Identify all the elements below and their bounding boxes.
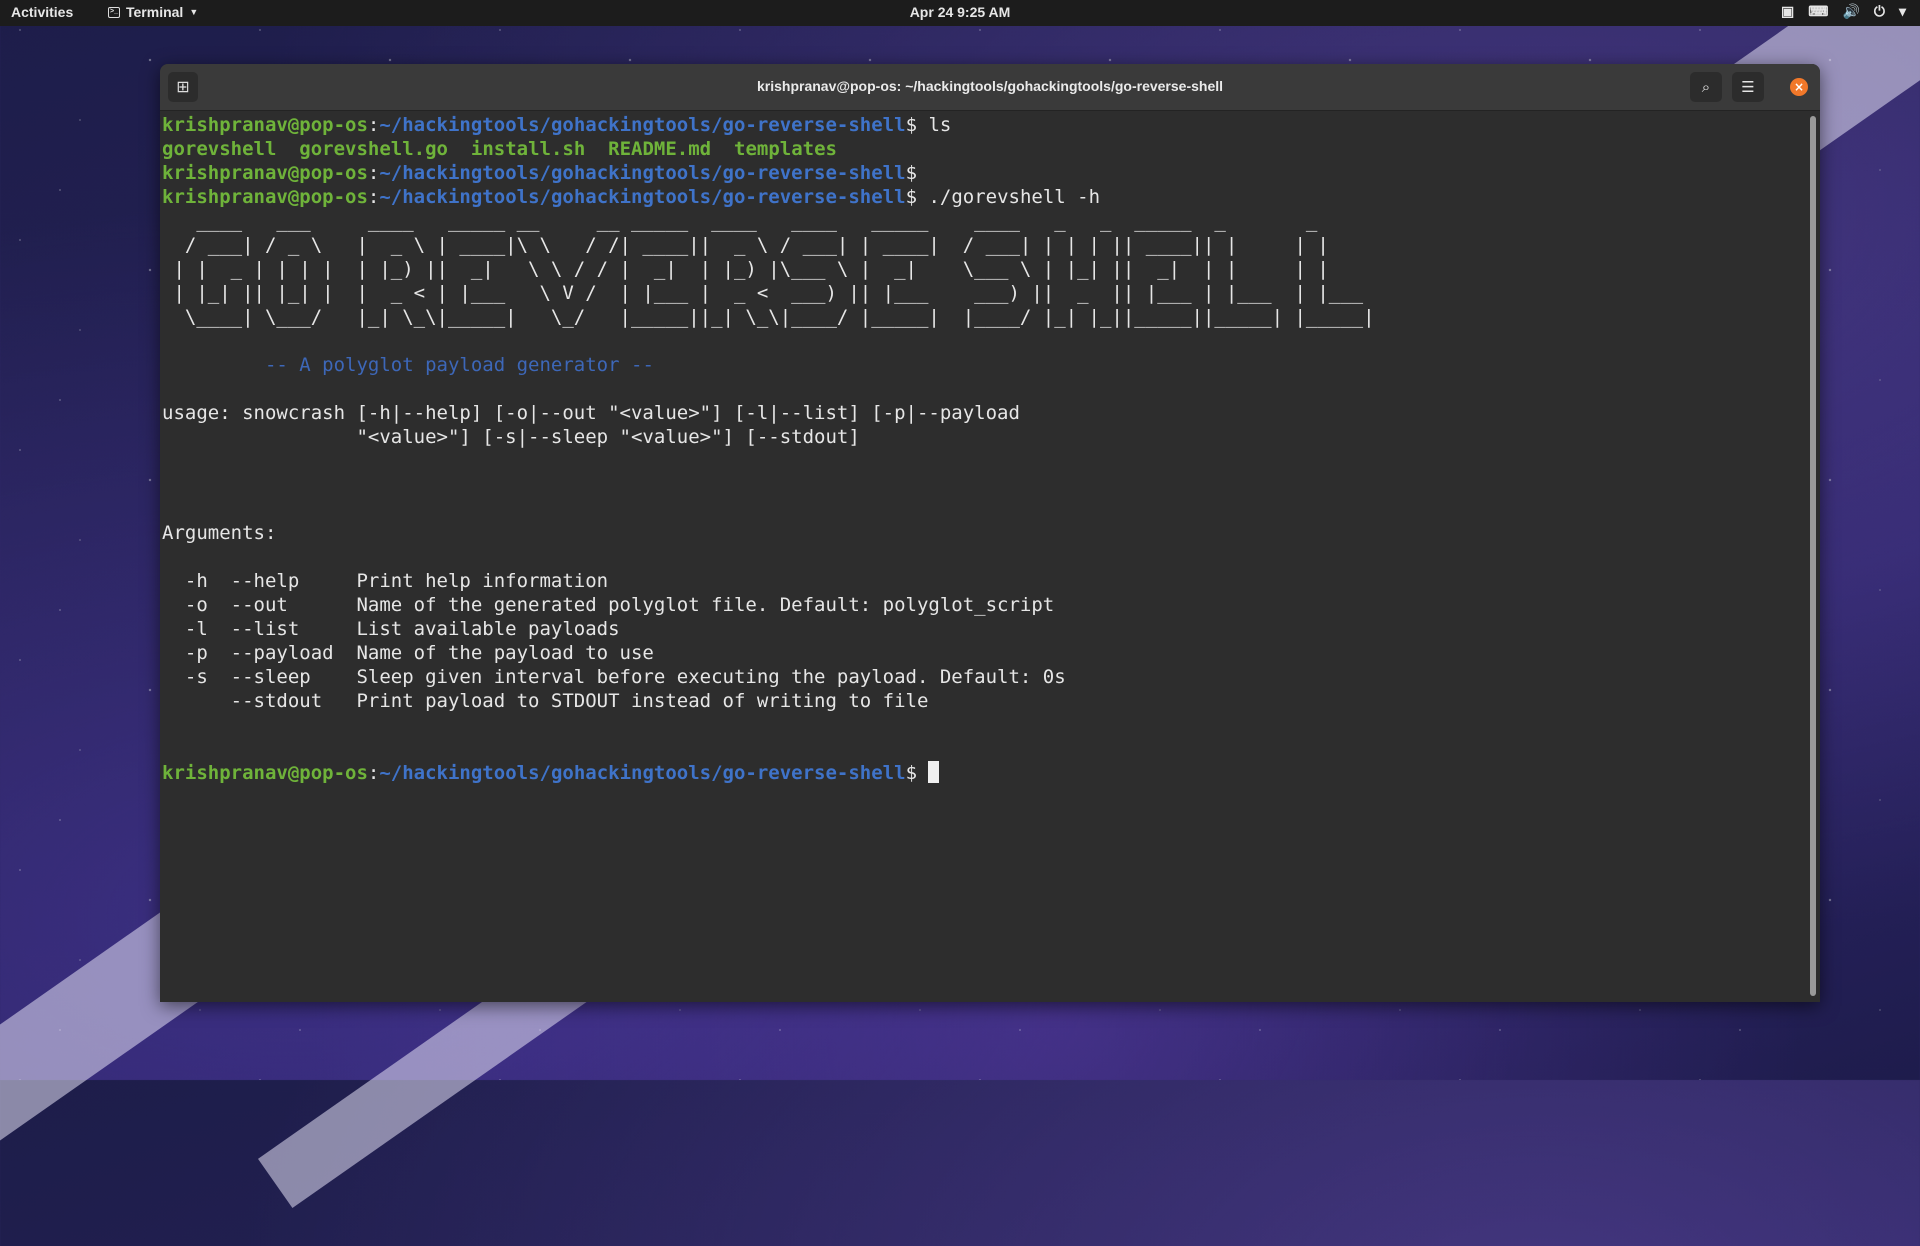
terminal-text: krishpranav@pop-os:~/hackingtools/gohack… — [162, 114, 1375, 784]
file-entry: install.sh — [470, 138, 586, 160]
power-icon[interactable]: ⏻ — [1874, 3, 1885, 20]
keyboard-icon[interactable]: ⌨ — [1808, 3, 1828, 20]
menu-button[interactable]: ☰ — [1732, 72, 1764, 102]
prompt-path: ~/hackingtools/gohackingtools/go-reverse… — [379, 114, 906, 136]
system-tray[interactable]: ▣ ⌨ 🔊 ⏻ ▾ — [1781, 3, 1906, 20]
new-tab-icon: ⊞ — [176, 77, 190, 96]
prompt-path: ~/hackingtools/gohackingtools/go-reverse… — [379, 762, 906, 784]
terminal-output[interactable]: krishpranav@pop-os:~/hackingtools/gohack… — [161, 111, 1807, 1002]
clock[interactable]: Apr 24 9:25 AM — [0, 4, 1920, 20]
chevron-down-icon: ▼ — [189, 7, 199, 17]
top-bar: Activities >_ Terminal ▼ Apr 24 9:25 AM … — [0, 0, 1920, 26]
activities-button[interactable]: Activities — [11, 4, 73, 20]
chevron-down-icon[interactable]: ▾ — [1899, 3, 1906, 20]
close-button[interactable]: × — [1790, 78, 1808, 96]
search-button[interactable]: ⌕ — [1690, 72, 1722, 102]
usage-line: usage: snowcrash [-h|--help] [-o|--out "… — [162, 402, 1020, 424]
argument-line: -h --help Print help information — [162, 570, 609, 592]
tagline: -- A polyglot payload generator -- — [264, 354, 654, 376]
prompt-user: krishpranav@pop-os — [162, 186, 368, 208]
file-entry: templates — [734, 138, 837, 160]
prompt-user: krishpranav@pop-os — [162, 162, 368, 184]
file-entry: gorevshell — [162, 138, 277, 160]
banner-line: | |_| || |_| | | _ < | |___ \ V / | |___… — [162, 282, 1375, 304]
text-cursor — [928, 761, 940, 783]
close-icon: × — [1793, 80, 1805, 94]
prompt-user: krishpranav@pop-os — [162, 762, 368, 784]
argument-line: -p --payload Name of the payload to use — [162, 642, 654, 664]
terminal-icon: >_ — [108, 6, 120, 18]
prompt-path: ~/hackingtools/gohackingtools/go-reverse… — [379, 186, 906, 208]
arguments-heading: Arguments: — [162, 522, 277, 544]
app-menu[interactable]: >_ Terminal ▼ — [108, 4, 198, 20]
argument-line: -l --list List available payloads — [162, 618, 620, 640]
file-entry: gorevshell.go — [299, 138, 448, 160]
window-title: krishpranav@pop-os: ~/hackingtools/gohac… — [756, 78, 1224, 94]
prompt-user: krishpranav@pop-os — [162, 114, 368, 136]
hamburger-menu-icon: ☰ — [1741, 78, 1755, 96]
argument-line: -s --sleep Sleep given interval before e… — [162, 666, 1066, 688]
volume-icon[interactable]: 🔊 — [1842, 3, 1859, 20]
new-tab-button[interactable]: ⊞ — [168, 72, 198, 102]
command-text: ./gorevshell -h — [928, 186, 1101, 208]
terminal-window: ⊞ krishpranav@pop-os: ~/hackingtools/goh… — [160, 64, 1820, 1002]
scrollbar[interactable] — [1810, 116, 1816, 996]
banner-line: ____ ___ ____ _____ __ __ _____ ____ ___… — [162, 210, 1375, 232]
banner-line: | | _ | | | | | |_) || _| \ \ / / | _| |… — [162, 258, 1375, 280]
banner-line: \____| \___/ |_| \_\|_____| \_/ |_____||… — [162, 306, 1375, 328]
search-icon: ⌕ — [1701, 78, 1711, 96]
file-entry: README.md — [608, 138, 712, 160]
header-bar: ⊞ krishpranav@pop-os: ~/hackingtools/goh… — [160, 64, 1820, 111]
banner-line: / ___| / _ \ | _ \ | ____|\ \ / /| ____|… — [162, 234, 1375, 256]
display-icon[interactable]: ▣ — [1781, 3, 1794, 20]
argument-line: --stdout Print payload to STDOUT instead… — [162, 690, 929, 712]
prompt-path: ~/hackingtools/gohackingtools/go-reverse… — [379, 162, 906, 184]
app-menu-label: Terminal — [126, 4, 184, 20]
command-text: ls — [928, 114, 952, 136]
argument-line: -o --out Name of the generated polyglot … — [162, 594, 1055, 616]
usage-line: "<value>"] [-s|--sleep "<value>"] [--std… — [162, 426, 860, 448]
